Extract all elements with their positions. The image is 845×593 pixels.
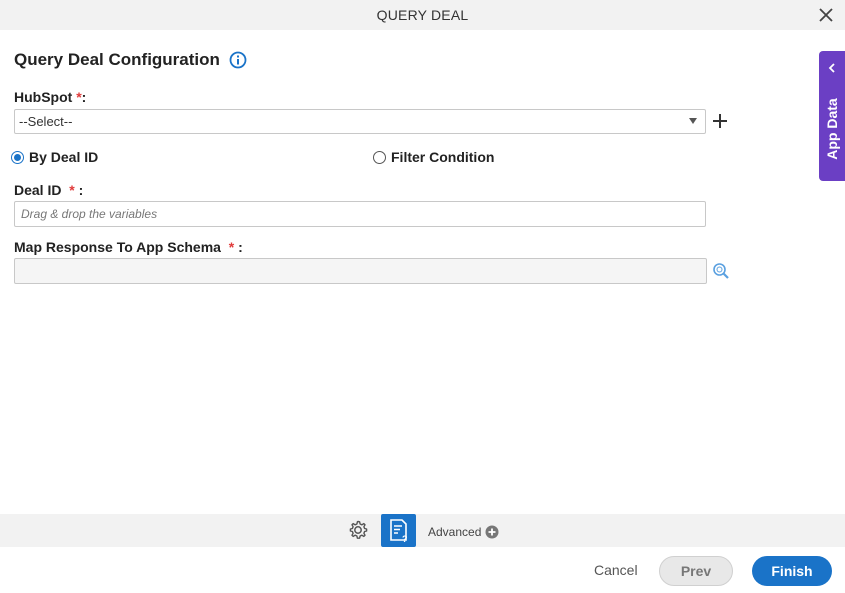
page-title: Query Deal Configuration — [14, 50, 220, 69]
chevron-down-icon — [689, 118, 697, 124]
hubspot-label-text: HubSpot — [14, 89, 73, 105]
query-deal-dialog: QUERY DEAL Query Deal Configuration HubS… — [0, 0, 845, 593]
deal-id-label-text: Deal ID — [14, 182, 62, 198]
label-suffix: : — [81, 89, 87, 105]
required-mark: * — [228, 239, 235, 255]
app-data-label: App Data — [824, 98, 840, 160]
radio-filter-condition[interactable]: Filter Condition — [373, 149, 494, 165]
finish-button[interactable]: Finish — [752, 556, 832, 586]
svg-text:?: ? — [402, 534, 408, 544]
advanced-toggle[interactable]: Advanced — [428, 525, 499, 539]
page-heading: Query Deal Configuration — [14, 50, 247, 70]
footer-toolbar — [0, 514, 845, 547]
map-response-label: Map Response To App Schema * : — [14, 239, 243, 255]
deal-id-label: Deal ID * : — [14, 182, 83, 198]
prev-button[interactable]: Prev — [659, 556, 733, 586]
hubspot-label: HubSpot *: — [14, 89, 86, 105]
gear-icon[interactable] — [347, 519, 369, 541]
advanced-label: Advanced — [428, 525, 482, 539]
radio-button[interactable] — [373, 150, 386, 164]
cancel-button[interactable]: Cancel — [594, 562, 638, 578]
radio-by-deal-id[interactable]: By Deal ID — [11, 149, 98, 165]
dialog-title: QUERY DEAL — [376, 7, 469, 23]
document-help-button[interactable]: ? — [381, 514, 416, 547]
title-bar: QUERY DEAL — [0, 0, 845, 30]
document-help-icon: ? — [390, 519, 408, 544]
radio-label: By Deal ID — [29, 149, 99, 165]
map-response-label-text: Map Response To App Schema — [14, 239, 221, 255]
radio-label: Filter Condition — [391, 149, 495, 165]
label-suffix: : — [238, 239, 243, 255]
radio-button-checked[interactable] — [11, 150, 24, 164]
plus-icon[interactable] — [711, 112, 729, 130]
map-response-input[interactable] — [15, 259, 706, 283]
label-suffix: : — [78, 182, 84, 198]
deal-id-input[interactable] — [15, 202, 705, 226]
hubspot-select[interactable]: --Select-- — [14, 109, 706, 134]
hubspot-selected-value: --Select-- — [19, 114, 73, 129]
plus-circle-icon — [485, 525, 499, 539]
map-response-field-wrapper — [14, 258, 707, 284]
chevron-left-icon — [828, 63, 835, 73]
info-icon[interactable] — [229, 51, 247, 69]
app-data-tab[interactable]: App Data — [819, 51, 845, 181]
lookup-icon[interactable] — [712, 262, 730, 280]
deal-id-field-wrapper — [14, 201, 706, 227]
required-mark: * — [69, 182, 75, 198]
close-icon[interactable] — [817, 6, 835, 24]
